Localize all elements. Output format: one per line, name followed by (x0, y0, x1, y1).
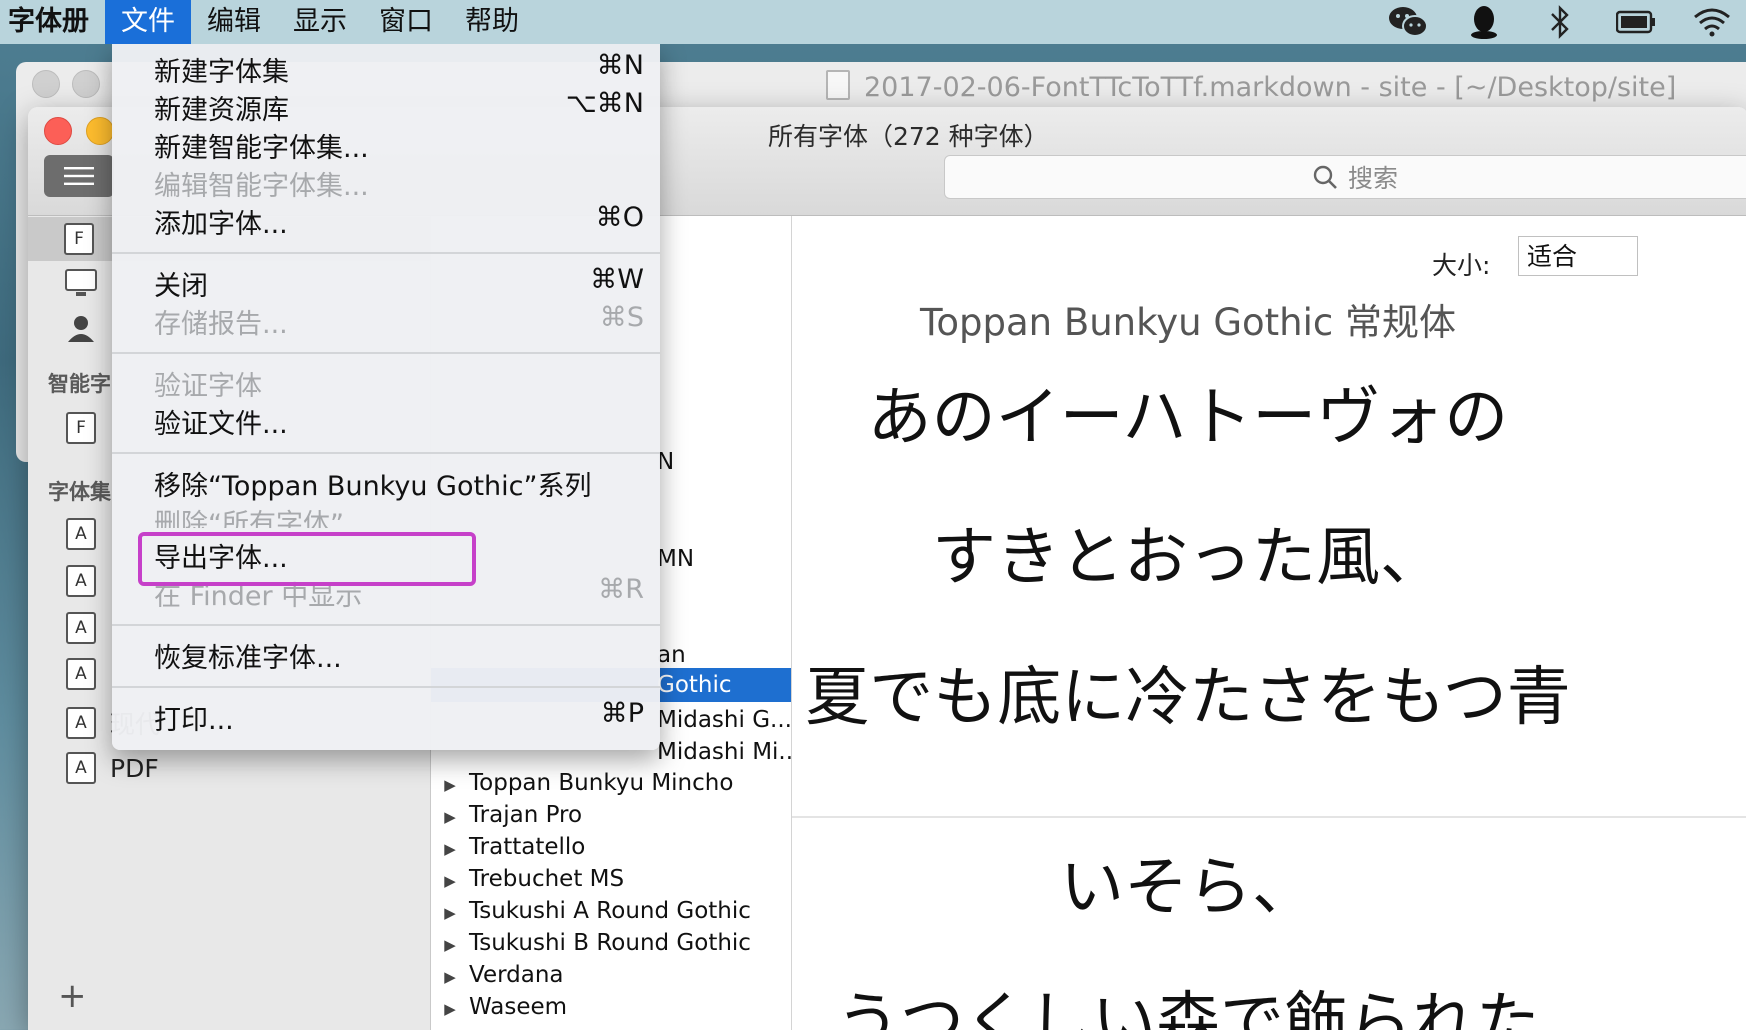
sidebar-item-pdf[interactable]: A PDF (66, 752, 159, 784)
font-preview: 大小: 适合 Toppan Bunkyu Gothic 常规体 あのイーハトーヴ… (792, 216, 1746, 1030)
menu-app-name[interactable]: 字体册 (0, 0, 105, 44)
menu-separator (112, 452, 660, 454)
menu-separator (112, 624, 660, 626)
menu-edit[interactable]: 编辑 (191, 0, 277, 44)
document-icon (826, 70, 850, 100)
list-item[interactable]: ▶ Toppan Bunkyu Mincho (431, 766, 791, 800)
preview-font-title: Toppan Bunkyu Gothic 常规体 (920, 301, 1456, 344)
menu-file[interactable]: 文件 (105, 0, 191, 44)
search-input[interactable]: 搜索 (944, 155, 1746, 199)
disclosure-triangle-icon[interactable]: ▶ (431, 832, 469, 864)
search-placeholder: 搜索 (1347, 164, 1398, 193)
sidebar-toggle-button[interactable] (44, 155, 114, 197)
sidebar-item-computer[interactable] (64, 268, 98, 298)
collections-header: 字体集 (48, 480, 111, 504)
menu-separator (112, 252, 660, 254)
divider (792, 816, 1746, 818)
menu-separator (112, 686, 660, 688)
list-item-partial[interactable]: an (657, 642, 686, 668)
list-item[interactable]: ▶ Verdana (431, 958, 791, 992)
collection-icon: A (66, 612, 96, 644)
collection-icon: A (66, 658, 96, 690)
smart-collections-header: 智能字 (48, 372, 111, 396)
list-item-partial[interactable]: Midashi G... (657, 707, 792, 733)
disclosure-triangle-icon[interactable]: ▶ (431, 992, 469, 1024)
preview-sample-line: あのイーハトーヴォの (867, 381, 1509, 455)
disclosure-triangle-icon[interactable]: ▶ (431, 864, 469, 896)
menu-item-remove-family[interactable]: 移除“Toppan Bunkyu Gothic”系列 (154, 464, 644, 502)
menu-item-new-collection[interactable]: 新建字体集 ⌘N (154, 50, 644, 88)
wechat-icon[interactable] (1388, 2, 1428, 42)
minimize-button[interactable] (86, 117, 114, 145)
bluetooth-icon[interactable] (1540, 2, 1580, 42)
menu-item-restore-standard-fonts[interactable]: 恢复标准字体... (154, 636, 644, 674)
disclosure-triangle-icon[interactable]: ▶ (431, 896, 469, 928)
menu-item-delete-all-fonts: 删除“所有字体” (154, 509, 344, 528)
list-item[interactable]: ▶ Trajan Pro (431, 798, 791, 832)
collection-icon: A (66, 752, 96, 784)
size-select[interactable]: 适合 (1518, 236, 1638, 276)
menu-item-validate-font: 验证字体 (154, 371, 262, 402)
window-title: 所有字体（272 种字体） (768, 122, 1049, 151)
add-collection-button[interactable]: + (58, 976, 87, 1016)
menu-separator (112, 352, 660, 354)
list-item-partial[interactable]: MN (657, 546, 694, 572)
menu-item-new-smart-collection[interactable]: 新建智能字体集... (154, 126, 644, 164)
list-item[interactable]: ▶ Trebuchet MS (431, 862, 791, 896)
menu-item-print[interactable]: 打印... ⌘P (154, 698, 644, 736)
sidebar-item-all-fonts[interactable]: F (64, 223, 94, 255)
close-button[interactable] (44, 117, 72, 145)
preview-sample-line: いそら、 (1060, 851, 1316, 925)
status-area (1388, 0, 1732, 44)
menu-view[interactable]: 显示 (277, 0, 363, 44)
list-item[interactable]: ▶ Tsukushi A Round Gothic (431, 894, 791, 928)
search-icon (1313, 165, 1337, 189)
collection-icon: A (66, 565, 96, 597)
sidebar-item-collection[interactable]: A (66, 658, 96, 690)
battery-icon[interactable] (1616, 2, 1656, 42)
menu-item-add-fonts[interactable]: 添加字体... ⌘O (154, 202, 644, 240)
font-book-icon: F (64, 223, 94, 255)
editor-title: 2017-02-06-FontTTcToTTf.markdown - site … (864, 72, 1677, 103)
menu-help[interactable]: 帮助 (449, 0, 535, 44)
collection-icon: A (66, 518, 96, 550)
menu-bar: 字体册 文件 编辑 显示 窗口 帮助 (0, 0, 1746, 44)
list-item[interactable]: ▶ Trattatello (431, 830, 791, 864)
preview-sample-line: すきとおった風、 (932, 521, 1444, 595)
sidebar-item-collection[interactable]: A (66, 565, 96, 597)
list-icon (64, 167, 94, 185)
export-highlight-box (138, 532, 476, 586)
disclosure-triangle-icon[interactable]: ▶ (431, 928, 469, 960)
menu-item-validate-file[interactable]: 验证文件... (154, 402, 644, 440)
menu-item-new-library[interactable]: 新建资源库 ⌥⌘N (154, 88, 644, 126)
sidebar-item-label: PDF (110, 753, 159, 783)
menu-item-close[interactable]: 关闭 ⌘W (154, 264, 644, 302)
wifi-icon[interactable] (1692, 2, 1732, 42)
list-item-partial[interactable]: Midashi Mi... (657, 739, 800, 765)
sidebar-item-smart-collection[interactable]: F (66, 412, 96, 444)
preview-sample-line: うつくしい森で飾られた (836, 986, 1540, 1030)
sidebar-item-collection[interactable]: A (66, 518, 96, 550)
menu-window[interactable]: 窗口 (363, 0, 449, 44)
computer-icon (65, 269, 97, 296)
sidebar-item-user[interactable] (66, 314, 96, 344)
sidebar-item-collection[interactable]: A (66, 612, 96, 644)
size-label: 大小: (1432, 251, 1491, 280)
collection-icon: A (66, 707, 96, 739)
user-icon (68, 316, 94, 342)
menu-item-save-report: 存储报告... ⌘S (154, 302, 644, 340)
disclosure-triangle-icon[interactable]: ▶ (431, 768, 469, 800)
file-menu-dropdown: 新建字体集 ⌘N 新建资源库 ⌥⌘N 新建智能字体集... 编辑智能字体集... 添… (112, 44, 660, 750)
font-collection-icon: F (66, 412, 96, 444)
disclosure-triangle-icon[interactable]: ▶ (431, 960, 469, 992)
qq-penguin-icon[interactable] (1464, 2, 1504, 42)
menu-item-edit-smart-collection: 编辑智能字体集... (154, 171, 369, 202)
list-item[interactable]: ▶ Waseem (431, 990, 791, 1024)
preview-sample-line: 夏でも底に冷たさをもつ青 (805, 661, 1571, 735)
disclosure-triangle-icon[interactable]: ▶ (431, 800, 469, 832)
list-item[interactable]: ▶ Tsukushi B Round Gothic (431, 926, 791, 960)
